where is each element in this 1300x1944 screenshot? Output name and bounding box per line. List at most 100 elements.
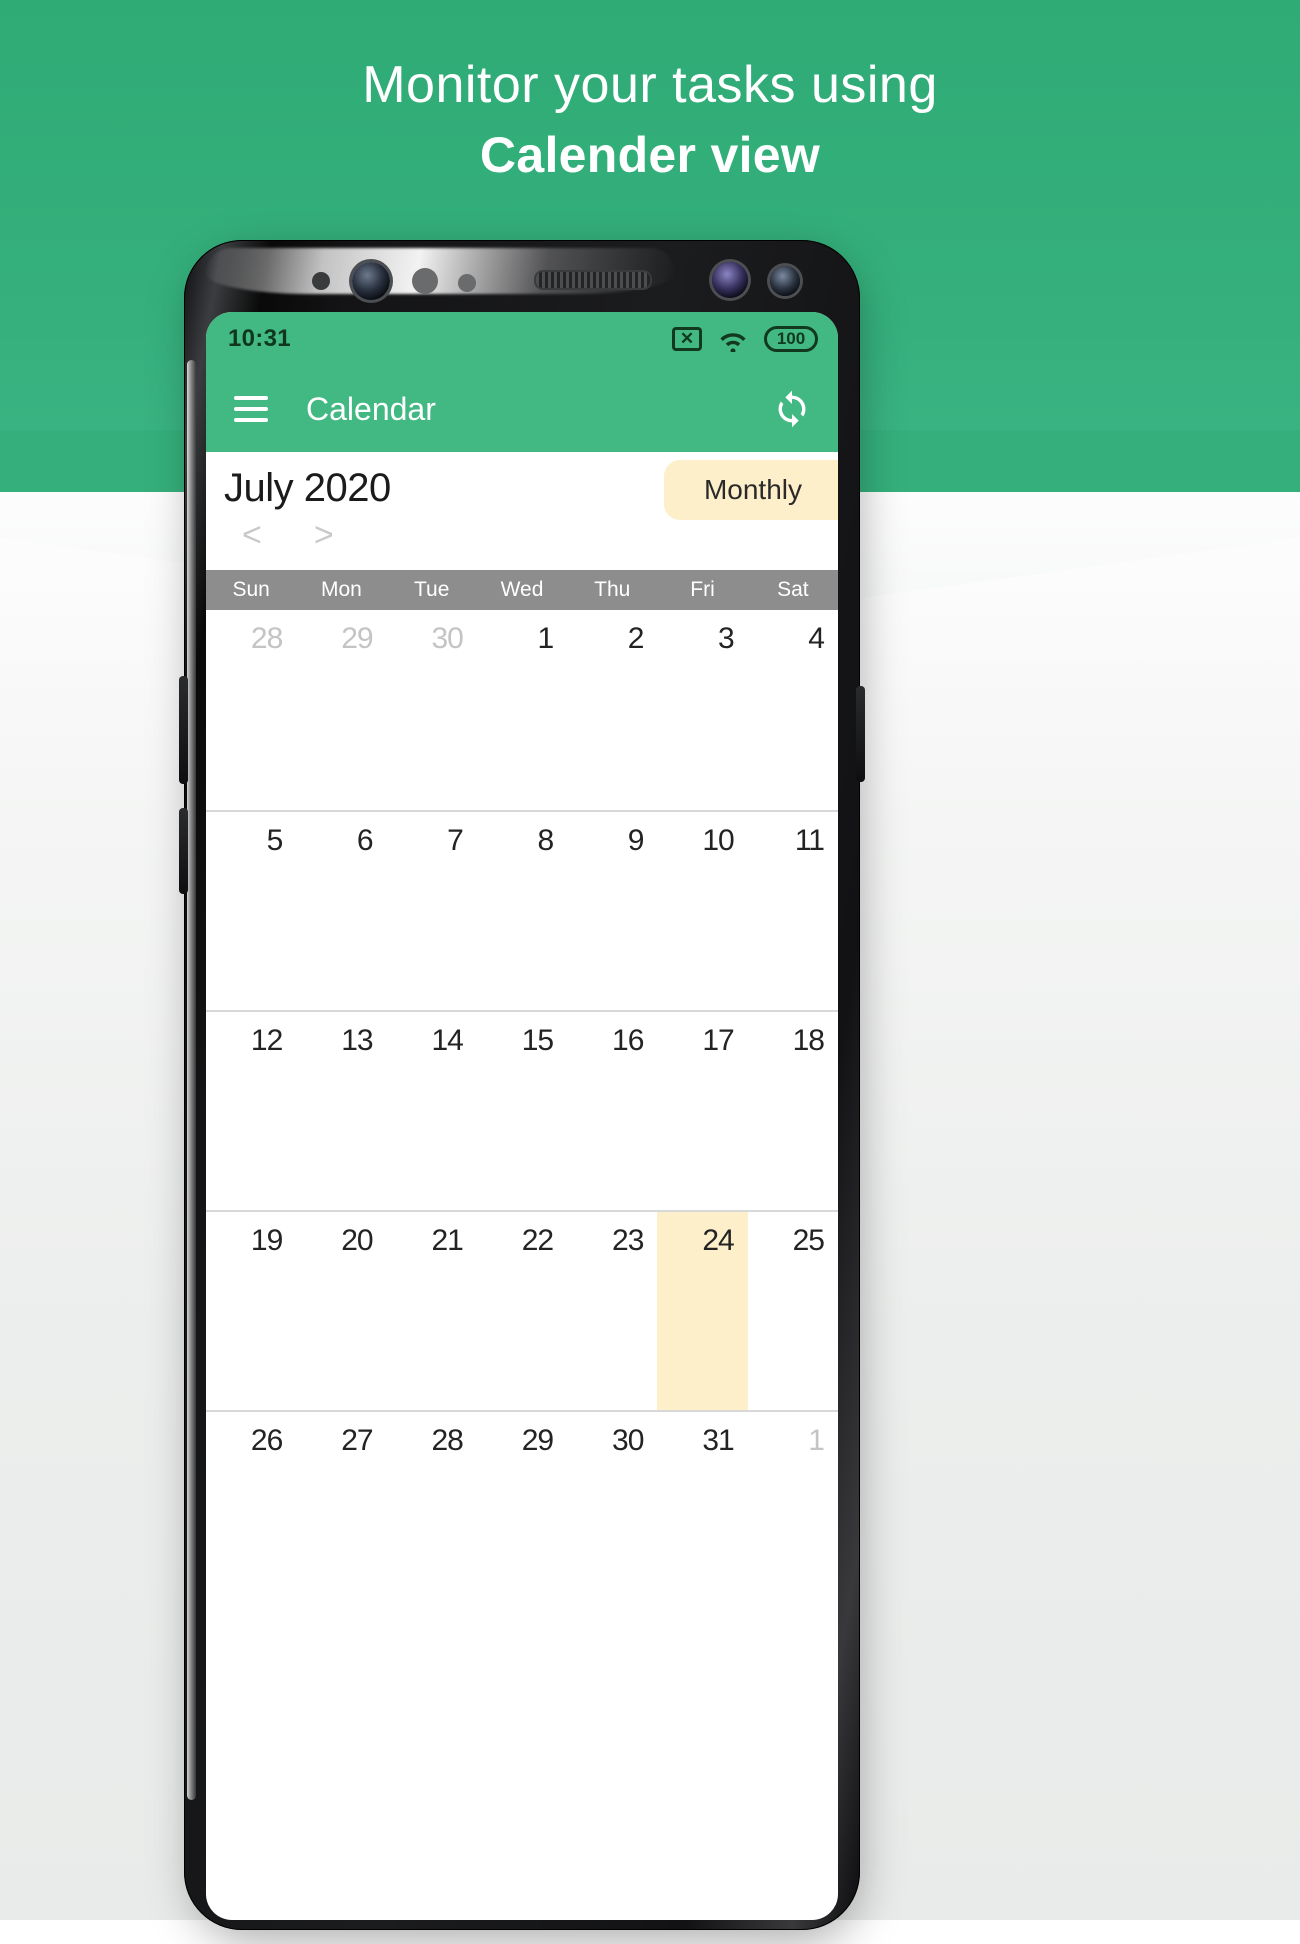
- calendar-day-cell[interactable]: 31: [657, 1412, 747, 1610]
- calendar-grid: 28 29 30 1 2 3 4 5 6 7 8 9 10 11 12 13 14 15 16 17 18 19 20 21 2…: [206, 610, 838, 1610]
- calendar-day-number: 10: [702, 824, 734, 857]
- battery-icon: 100: [764, 326, 818, 352]
- calendar-day-cell[interactable]: 28: [206, 610, 296, 810]
- calendar-day-cell[interactable]: 27: [296, 1412, 386, 1610]
- calendar-day-number: 6: [356, 824, 374, 857]
- calendar-day-cell[interactable]: 24: [657, 1212, 748, 1410]
- sync-refresh-icon[interactable]: [772, 389, 812, 429]
- calendar-day-number: 21: [431, 1224, 463, 1257]
- calendar-day-number: 7: [447, 824, 464, 857]
- phone-screen: 10:31 ✕ 100 Calendar July 2020 < > Month…: [206, 312, 838, 1920]
- calendar-day-number: 23: [612, 1224, 644, 1257]
- headline-line-2: Calender view: [479, 127, 821, 183]
- calendar-day-cell[interactable]: 30: [567, 1412, 657, 1610]
- calendar-day-cell[interactable]: 2: [567, 610, 657, 810]
- calendar-day-number: 1: [808, 1424, 825, 1457]
- volume-button[interactable]: [179, 676, 188, 784]
- hamburger-menu-icon[interactable]: [234, 396, 268, 422]
- app-bar: Calendar: [206, 366, 838, 452]
- calendar-day-cell[interactable]: 7: [387, 812, 477, 1010]
- earpiece-speaker: [536, 272, 650, 288]
- calendar-day-number: 18: [792, 1024, 825, 1057]
- calendar-day-cell[interactable]: 6: [296, 812, 386, 1010]
- calendar-day-cell[interactable]: 4: [748, 610, 838, 810]
- wifi-icon: [720, 333, 746, 352]
- calendar-day-cell[interactable]: 17: [657, 1012, 747, 1210]
- calendar-day-cell[interactable]: 25: [748, 1212, 838, 1410]
- power-button[interactable]: [856, 686, 865, 782]
- calendar-week-row: 26 27 28 29 30 31 1: [206, 1410, 838, 1610]
- calendar-day-number: 3: [718, 622, 735, 655]
- calendar-day-number: 30: [431, 622, 463, 655]
- weekday-label-fri: Fri: [690, 578, 715, 601]
- calendar-day-cell[interactable]: 16: [567, 1012, 657, 1210]
- headline-line-1: Monitor your tasks using: [362, 56, 938, 114]
- no-sim-glyph: ✕: [679, 329, 695, 348]
- calendar-day-cell[interactable]: 26: [206, 1412, 296, 1610]
- calendar-day-number: 27: [341, 1424, 373, 1457]
- calendar-week-row: 28 29 30 1 2 3 4: [206, 610, 838, 810]
- calendar-day-number: 22: [521, 1224, 554, 1257]
- calendar-day-number: 9: [627, 824, 645, 857]
- iris-sensor-icon: [412, 268, 438, 294]
- calendar-day-cell[interactable]: 23: [567, 1212, 657, 1410]
- calendar-day-cell[interactable]: 21: [387, 1212, 477, 1410]
- hamburger-bar-2: [234, 407, 268, 411]
- calendar-day-cell[interactable]: 3: [657, 610, 747, 810]
- weekday-label-tue: Tue: [413, 578, 450, 601]
- no-sim-icon: ✕: [672, 327, 702, 351]
- calendar-day-cell[interactable]: 12: [206, 1012, 296, 1210]
- phone-mockup: 10:31 ✕ 100 Calendar July 2020 < > Month…: [179, 240, 865, 1944]
- calendar-day-number: 13: [341, 1024, 373, 1057]
- calendar-day-cell[interactable]: 1: [748, 1412, 838, 1610]
- calendar-week-row: 19 20 21 22 23 24 25: [206, 1210, 838, 1410]
- calendar-day-cell[interactable]: 1: [477, 610, 567, 810]
- calendar-day-cell[interactable]: 19: [206, 1212, 296, 1410]
- prev-month-button[interactable]: <: [242, 518, 262, 552]
- weekday-label-sat: Sat: [777, 578, 809, 601]
- calendar-day-number: 11: [794, 824, 825, 857]
- calendar-day-cell[interactable]: 13: [296, 1012, 386, 1210]
- iris-camera-icon: [712, 262, 748, 298]
- weekday-label-sun: Sun: [232, 578, 270, 601]
- calendar-day-cell[interactable]: 14: [387, 1012, 477, 1210]
- month-title: July 2020: [224, 466, 391, 510]
- calendar-month-header: July 2020 < > Monthly: [206, 452, 838, 570]
- view-mode-selector[interactable]: Monthly: [663, 460, 838, 520]
- calendar-day-cell[interactable]: 9: [567, 812, 657, 1010]
- promo-headline: Monitor your tasks using Calender view: [0, 50, 1300, 190]
- weekday-label-wed: Wed: [500, 578, 544, 601]
- assistant-button[interactable]: [179, 808, 188, 894]
- calendar-day-cell[interactable]: 15: [477, 1012, 567, 1210]
- calendar-day-number: 19: [250, 1224, 283, 1257]
- calendar-day-cell[interactable]: 29: [477, 1412, 567, 1610]
- calendar-day-number: 8: [537, 824, 554, 857]
- calendar-day-number: 12: [250, 1024, 283, 1057]
- calendar-day-cell[interactable]: 30: [387, 610, 477, 810]
- calendar-day-cell[interactable]: 20: [296, 1212, 386, 1410]
- app-bar-title: Calendar: [306, 390, 436, 427]
- phone-body: 10:31 ✕ 100 Calendar July 2020 < > Month…: [179, 240, 865, 1930]
- calendar-day-number: 2: [627, 622, 645, 655]
- calendar-day-cell[interactable]: 18: [748, 1012, 838, 1210]
- calendar-day-number: 25: [792, 1224, 825, 1257]
- calendar-day-number: 30: [612, 1424, 644, 1457]
- calendar-day-cell[interactable]: 8: [477, 812, 567, 1010]
- calendar-day-cell[interactable]: 29: [296, 610, 386, 810]
- calendar-day-number: 28: [250, 622, 283, 655]
- calendar-day-cell[interactable]: 10: [657, 812, 747, 1010]
- calendar-day-cell[interactable]: 5: [206, 812, 296, 1010]
- calendar-day-number: 4: [808, 622, 825, 655]
- calendar-week-row: 5 6 7 8 9 10 11: [206, 810, 838, 1010]
- weekday-label-thu: Thu: [594, 578, 631, 601]
- calendar-day-number: 17: [702, 1024, 734, 1057]
- calendar-day-cell[interactable]: 22: [477, 1212, 567, 1410]
- status-bar-icons: ✕ 100: [672, 326, 818, 352]
- calendar-day-number: 28: [431, 1424, 463, 1457]
- calendar-week-row: 12 13 14 15 16 17 18: [206, 1010, 838, 1210]
- calendar-day-number: 29: [341, 622, 373, 655]
- calendar-day-cell[interactable]: 11: [748, 812, 838, 1010]
- next-month-button[interactable]: >: [314, 518, 334, 552]
- hamburger-bar-1: [234, 396, 268, 400]
- calendar-day-cell[interactable]: 28: [387, 1412, 477, 1610]
